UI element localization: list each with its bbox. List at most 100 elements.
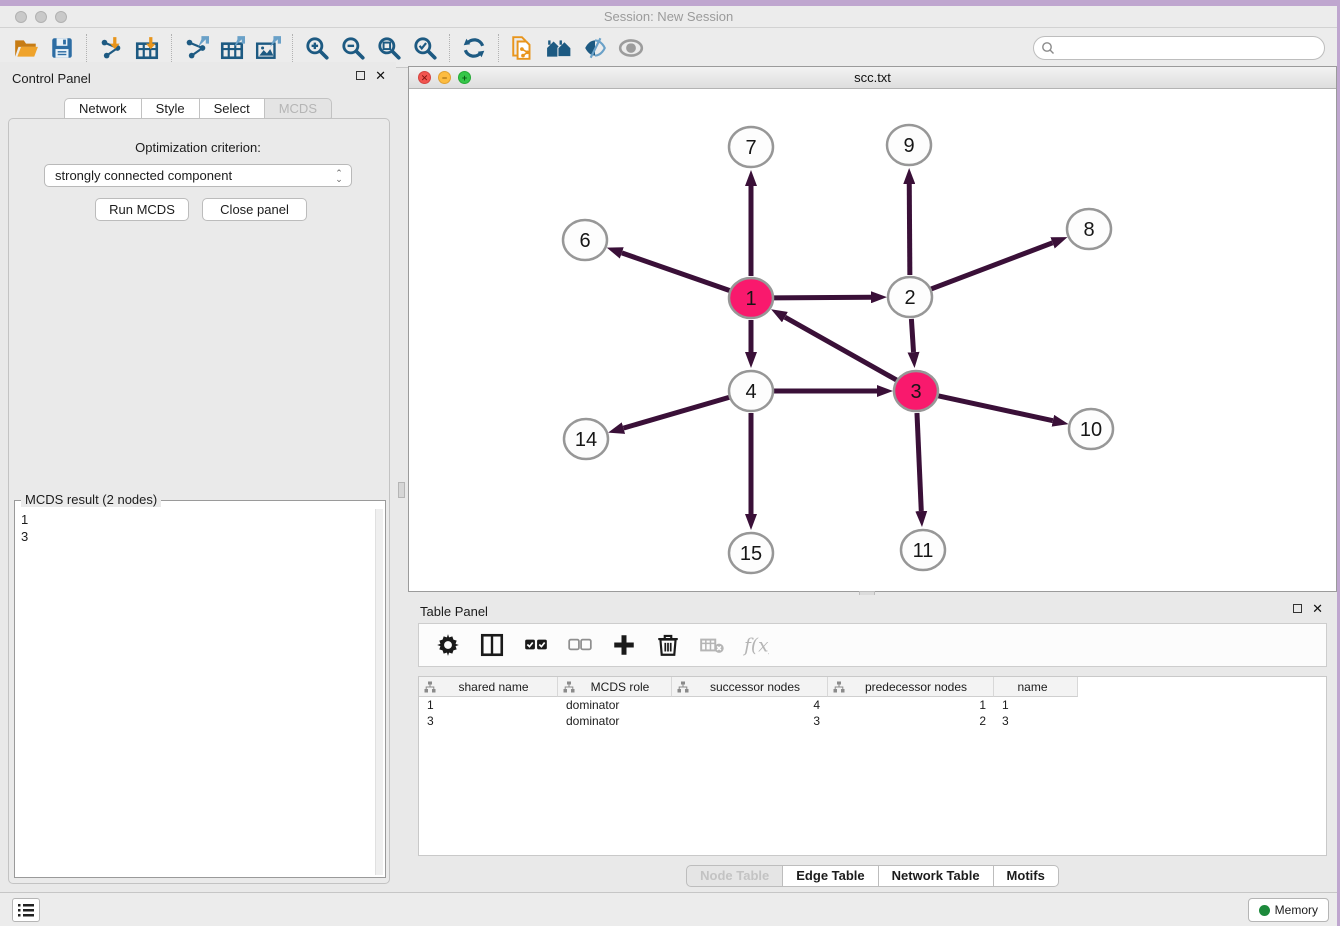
graph-node-6[interactable]: 6	[563, 220, 607, 260]
vertical-splitter[interactable]	[396, 62, 408, 892]
run-mcds-button[interactable]: Run MCDS	[95, 198, 189, 221]
eye-button[interactable]	[613, 32, 649, 64]
table-cell[interactable]: 3	[419, 713, 558, 729]
tab-select[interactable]: Select	[200, 98, 265, 119]
mcds-result-text[interactable]: 13	[17, 509, 374, 875]
graph-node-14[interactable]: 14	[564, 419, 608, 459]
delete-table-button	[699, 632, 725, 658]
table-cell[interactable]: 1	[419, 697, 558, 713]
graph-edge-3-10[interactable]	[937, 396, 1052, 421]
zoom-fit-button[interactable]	[371, 32, 407, 64]
splitter-grip[interactable]	[398, 482, 405, 498]
node-label: 10	[1080, 419, 1102, 441]
svg-text:f(x): f(x)	[743, 636, 769, 657]
column-header-predecessor-nodes[interactable]: predecessor nodes	[828, 677, 994, 697]
statusbar: Memory	[0, 892, 1337, 926]
search-icon	[1041, 41, 1055, 55]
table-cell[interactable]: 4	[672, 697, 828, 713]
save-button[interactable]	[44, 32, 80, 64]
import-network-button[interactable]	[93, 32, 129, 64]
column-header-MCDS-role[interactable]: MCDS role	[558, 677, 672, 697]
graph-edge-3-11[interactable]	[917, 413, 921, 511]
graph-node-9[interactable]: 9	[887, 125, 931, 165]
close-panel-button[interactable]: Close panel	[202, 198, 307, 221]
select-all-button[interactable]	[523, 632, 549, 658]
search-input[interactable]	[1055, 38, 1324, 58]
window-title: Session: New Session	[0, 9, 1337, 24]
graph-node-11[interactable]: 11	[901, 530, 945, 570]
zoom-in-button[interactable]	[299, 32, 335, 64]
duplicate-network-button[interactable]	[505, 32, 541, 64]
column-header-successor-nodes[interactable]: successor nodes	[672, 677, 828, 697]
task-list-button[interactable]	[12, 898, 40, 922]
graph-node-4[interactable]: 4	[729, 371, 773, 411]
tab-network-table[interactable]: Network Table	[879, 865, 994, 887]
graph-node-15[interactable]: 15	[729, 533, 773, 573]
export-image-button[interactable]	[250, 32, 286, 64]
table-panel: Table Panel ✕ f(x) shared nameMCDS roles…	[408, 595, 1337, 892]
column-header-shared-name[interactable]: shared name	[419, 677, 558, 697]
open-file-button[interactable]	[8, 32, 44, 64]
delete-column-button[interactable]	[655, 632, 681, 658]
export-network-icon	[183, 35, 209, 61]
export-network-button[interactable]	[178, 32, 214, 64]
settings-icon	[435, 632, 461, 658]
table-row[interactable]: 3dominator323	[419, 713, 1326, 729]
table-cell[interactable]: dominator	[558, 697, 672, 713]
table-row[interactable]: 1dominator411	[419, 697, 1326, 713]
delete-column-icon	[655, 632, 681, 658]
graph-edge-1-2[interactable]	[773, 297, 871, 298]
table-cell[interactable]: dominator	[558, 713, 672, 729]
settings-button[interactable]	[435, 632, 461, 658]
tab-style[interactable]: Style	[142, 98, 200, 119]
tab-node-table[interactable]: Node Table	[686, 865, 783, 887]
graph-edge-1-6[interactable]	[622, 253, 730, 291]
table-cell[interactable]: 3	[994, 713, 1078, 729]
criterion-dropdown[interactable]: strongly connected component ⌃⌄	[44, 164, 352, 187]
graph-node-8[interactable]: 8	[1067, 209, 1111, 249]
refresh-button[interactable]	[456, 32, 492, 64]
refresh-icon	[461, 35, 487, 61]
graph-edge-4-14[interactable]	[623, 397, 729, 428]
tab-motifs[interactable]: Motifs	[994, 865, 1059, 887]
add-column-button[interactable]	[611, 632, 637, 658]
network-window-title: scc.txt	[409, 70, 1336, 85]
graph-node-3[interactable]: 3	[894, 371, 938, 411]
tab-edge-table[interactable]: Edge Table	[783, 865, 878, 887]
graph-edge-2-9[interactable]	[909, 184, 910, 275]
graph-node-10[interactable]: 10	[1069, 409, 1113, 449]
mcds-result-scrollbar[interactable]	[375, 509, 383, 875]
graph-node-7[interactable]: 7	[729, 127, 773, 167]
graph-edge-3-1[interactable]	[785, 317, 897, 380]
table-cell[interactable]: 3	[672, 713, 828, 729]
import-table-button[interactable]	[129, 32, 165, 64]
tab-network[interactable]: Network	[64, 98, 142, 119]
close-table-panel-icon[interactable]: ✕	[1312, 603, 1323, 614]
zoom-selected-button[interactable]	[407, 32, 443, 64]
close-panel-icon[interactable]: ✕	[375, 70, 386, 81]
deselect-all-button[interactable]	[567, 632, 593, 658]
float-panel-icon[interactable]	[356, 71, 365, 80]
two-pane-button[interactable]	[479, 632, 505, 658]
float-table-panel-icon[interactable]	[1293, 604, 1302, 613]
column-type-icon	[677, 681, 689, 693]
search-box[interactable]	[1033, 36, 1325, 60]
graph-node-2[interactable]: 2	[888, 277, 932, 317]
zoom-out-button[interactable]	[335, 32, 371, 64]
network-canvas[interactable]: 7 9 6 8 1 2 4 3 14 10 15 11	[409, 89, 1336, 591]
graph-edge-2-8[interactable]	[931, 243, 1053, 289]
node-table: shared nameMCDS rolesuccessor nodesprede…	[418, 676, 1327, 856]
graph-edge-2-3[interactable]	[911, 319, 913, 352]
export-table-button[interactable]	[214, 32, 250, 64]
column-header-name[interactable]: name	[994, 677, 1078, 697]
graph-node-1[interactable]: 1	[729, 278, 773, 318]
home-button[interactable]	[541, 32, 577, 64]
table-cell[interactable]: 1	[994, 697, 1078, 713]
hide-show-button[interactable]	[577, 32, 613, 64]
node-label: 11	[913, 540, 934, 562]
node-label: 8	[1083, 219, 1094, 241]
table-cell[interactable]: 2	[828, 713, 994, 729]
memory-button[interactable]: Memory	[1248, 898, 1329, 922]
table-cell[interactable]: 1	[828, 697, 994, 713]
tab-mcds[interactable]: MCDS	[265, 98, 332, 119]
